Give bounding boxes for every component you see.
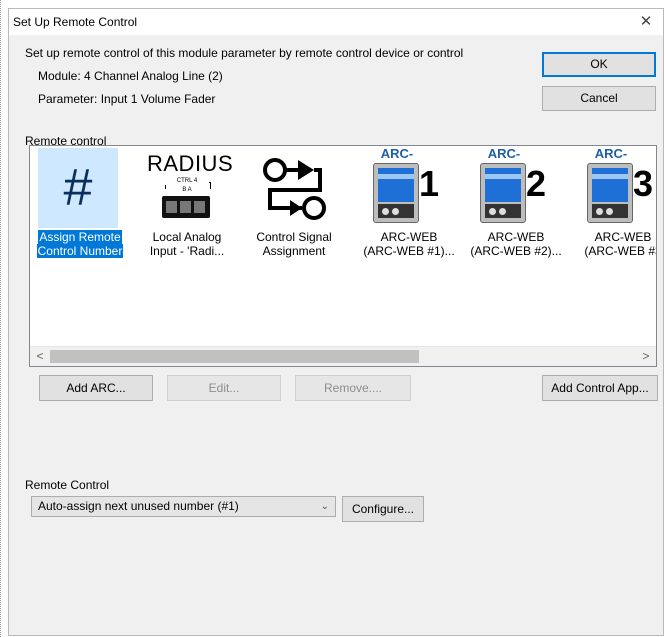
remote-number-dropdown[interactable]: Auto-assign next unused number (#1) ⌄ — [31, 496, 336, 517]
dropdown-selected-value: Auto-assign next unused number (#1) — [38, 499, 239, 513]
arc-web-device-icon: ARC-WEB 2 — [474, 146, 560, 228]
arc-web-device-icon: ARC-WEB 3 — [581, 146, 656, 228]
remote-control-heading: Remote Control — [25, 478, 110, 492]
add-arc-button[interactable]: Add ARC... — [39, 375, 153, 401]
scroll-left-arrow-icon[interactable]: < — [31, 347, 49, 366]
configure-button[interactable]: Configure... — [342, 496, 424, 522]
list-item-arc-web-2[interactable]: ARC-WEB 2 ARC-WEB (ARC-WEB #2)... — [466, 146, 566, 276]
ok-button[interactable]: OK — [542, 52, 656, 77]
list-item-label: ARC-WEB (ARC-WEB #1)... — [363, 230, 455, 258]
close-button[interactable]: ✕ — [629, 9, 663, 35]
list-item-local-analog-input[interactable]: RADIUS CTRL 4 B A Local Analog Input - '… — [137, 146, 237, 276]
list-item-label: ARC-WEB (ARC-WEB #3 — [584, 230, 657, 258]
list-item-arc-web-1[interactable]: ARC-WEB 1 ARC-WEB (ARC-WEB #1)... — [359, 146, 459, 276]
list-item-label: ARC-WEB (ARC-WEB #2)... — [470, 230, 562, 258]
parameter-info: Parameter: Input 1 Volume Fader — [38, 92, 216, 106]
set-up-remote-control-dialog: Set Up Remote Control ✕ Set up remote co… — [8, 8, 664, 636]
list-item-control-signal-assignment[interactable]: Control Signal Assignment — [244, 146, 344, 276]
module-info: Module: 4 Channel Analog Line (2) — [38, 69, 223, 83]
hash-icon: # — [38, 148, 118, 228]
list-item-arc-web-3[interactable]: ARC-WEB 3 ARC-WEB (ARC-WEB #3 — [573, 146, 657, 276]
remote-control-list[interactable]: # Assign Remote Control Number RADIUS CT… — [29, 145, 657, 367]
list-item-label: Assign Remote Control Number — [36, 230, 124, 258]
scroll-right-arrow-icon[interactable]: > — [637, 347, 655, 366]
horizontal-scrollbar[interactable]: < > — [30, 346, 656, 366]
list-item-label: Local Analog Input - 'Radi... — [149, 230, 225, 258]
cancel-button[interactable]: Cancel — [542, 86, 656, 111]
edit-button[interactable]: Edit... — [167, 375, 281, 401]
list-item-assign-remote-number[interactable]: # Assign Remote Control Number — [30, 146, 130, 276]
add-control-app-button[interactable]: Add Control App... — [542, 375, 658, 401]
arc-web-device-icon: ARC-WEB 1 — [367, 146, 453, 228]
radius-device-icon: RADIUS CTRL 4 B A — [147, 151, 234, 228]
control-signal-icon — [263, 158, 326, 220]
radius-port-label: CTRL 4 — [165, 177, 209, 185]
remove-button[interactable]: Remove.... — [295, 375, 411, 401]
dialog-title: Set Up Remote Control — [13, 15, 138, 29]
title-bar: Set Up Remote Control ✕ — [9, 9, 663, 35]
scrollbar-thumb[interactable] — [50, 350, 419, 363]
radius-logo-text: RADIUS — [147, 151, 234, 176]
window-edge-guide — [0, 0, 1, 637]
list-item-label: Control Signal Assignment — [256, 230, 332, 258]
chevron-down-icon: ⌄ — [320, 501, 329, 512]
description-text: Set up remote control of this module par… — [25, 46, 464, 60]
